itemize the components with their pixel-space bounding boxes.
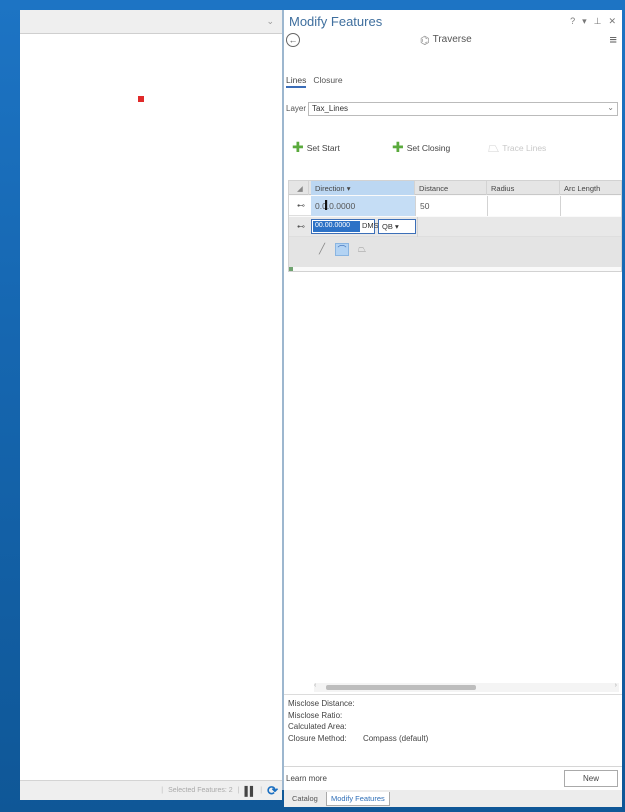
hamburger-menu-icon[interactable]: ≡: [609, 32, 617, 47]
direction-format-value: QB: [382, 222, 393, 231]
closure-method-label: Closure Method:: [288, 733, 347, 743]
traverse-tabs: Lines Closure: [286, 75, 343, 88]
segment-type-row: ╱ ⌒ ⏢: [289, 237, 621, 267]
map-status-bar: | Selected Features: 2 | ▌▌ | ⟳: [20, 780, 282, 800]
direction-unit-label: DMS: [362, 221, 379, 230]
scroll-right-icon[interactable]: ›: [615, 682, 617, 689]
tab-list-chevron-icon[interactable]: ⌄: [266, 16, 274, 27]
set-start-label: Set Start: [306, 142, 340, 153]
map-tab-strip: ⌄: [20, 10, 282, 34]
modify-features-pane: Modify Features ? ▾ ⊥ ✕ ← ⌬ Traverse ≡ L…: [284, 10, 622, 790]
tab-lines[interactable]: Lines: [286, 75, 307, 88]
scroll-left-icon[interactable]: ‹: [314, 682, 316, 689]
map-view[interactable]: ⌄ | Selected Features: 2 | ▌▌ | ⟳: [20, 10, 282, 800]
tab-modify-features[interactable]: Modify Features: [326, 792, 390, 806]
trace-lines-icon: ⏢: [488, 139, 500, 155]
status-separator: |: [237, 787, 240, 794]
select-all-corner-icon[interactable]: ◢: [295, 181, 309, 195]
set-closing-icon: ✚: [392, 139, 404, 155]
set-start-icon: ✚: [292, 139, 304, 155]
layer-row: Layer Tax_Lines ⌄: [286, 102, 618, 116]
layer-select-value: Tax_Lines: [312, 104, 349, 113]
closure-method-line: Closure Method: Compass (default): [288, 733, 618, 745]
misclose-distance-label: Misclose Distance:: [288, 699, 355, 708]
line-segment-icon: ⊷: [297, 222, 305, 231]
text-cursor-icon: I: [324, 197, 329, 214]
set-closing-label: Set Closing: [406, 142, 451, 153]
learn-more-link[interactable]: Learn more: [286, 774, 327, 783]
status-separator: |: [161, 787, 164, 794]
pane-title: Modify Features: [289, 14, 383, 29]
distance-cell[interactable]: 50: [415, 196, 487, 216]
set-start-button[interactable]: ✚ Set Start: [292, 139, 340, 156]
freeform-segment-icon[interactable]: ⏢: [355, 243, 369, 256]
radius-cell[interactable]: [487, 196, 560, 216]
traverse-toolbar: ✚ Set Start ✚ Set Closing ⏢ Trace Lines: [288, 136, 618, 158]
pane-options-icon[interactable]: ▾: [582, 16, 587, 27]
direction-input-selection: 00.00.0000: [313, 221, 360, 232]
closure-info-panel: Misclose Distance: Misclose Ratio: Calcu…: [284, 694, 622, 766]
table-row-new[interactable]: ⊷ 00.00.0000 DMS QB ▾: [289, 217, 621, 237]
layer-label: Layer: [286, 104, 307, 113]
traverse-icon: ⌬: [420, 35, 430, 47]
horizontal-scrollbar[interactable]: ‹ ›: [314, 682, 619, 692]
direction-format-dropdown[interactable]: QB ▾: [378, 219, 416, 234]
chevron-down-icon: ⌄: [607, 103, 614, 112]
back-arrow-icon: ←: [288, 34, 298, 45]
pin-icon[interactable]: ⊥: [594, 16, 602, 27]
active-tool-name: Traverse: [432, 34, 472, 45]
line-segment-icon: ⊷: [297, 201, 305, 210]
back-button[interactable]: ←: [286, 33, 300, 47]
pane-footer: Learn more New: [284, 766, 622, 790]
map-point-feature[interactable]: [138, 96, 144, 102]
scrollbar-thumb[interactable]: [326, 685, 476, 690]
selected-features-count[interactable]: Selected Features: 2: [168, 787, 233, 794]
segment-type-toolbar: ╱ ⌒ ⏢: [315, 243, 369, 256]
sort-chevron-icon: ▾: [346, 184, 351, 193]
calculated-area-label: Calculated Area:: [288, 722, 347, 731]
trace-lines-button[interactable]: ⏢ Trace Lines: [488, 139, 546, 156]
column-header-radius[interactable]: Radius: [487, 181, 560, 195]
empty-cells[interactable]: [417, 217, 621, 237]
closure-method-value[interactable]: Compass (default): [363, 734, 428, 743]
chevron-down-icon: ▾: [394, 222, 399, 231]
arc-length-cell[interactable]: [560, 196, 621, 216]
pane-window-controls: ? ▾ ⊥ ✕: [570, 16, 616, 27]
straight-segment-icon[interactable]: ╱: [315, 243, 329, 256]
dock-tab-strip: Catalog Modify Features: [284, 790, 622, 807]
tab-catalog[interactable]: Catalog: [288, 792, 322, 806]
direction-header-label: Direction: [315, 184, 345, 193]
misclose-ratio-label: Misclose Ratio:: [288, 710, 343, 720]
refresh-icon[interactable]: ⟳: [267, 783, 278, 799]
help-icon[interactable]: ?: [570, 16, 575, 27]
close-icon[interactable]: ✕: [608, 16, 616, 27]
tab-closure[interactable]: Closure: [313, 75, 342, 88]
table-row[interactable]: ⊷ 0.0.0.0000 I 50: [289, 196, 621, 216]
layer-select[interactable]: Tax_Lines ⌄: [308, 102, 618, 116]
status-separator: |: [260, 787, 263, 794]
column-header-direction[interactable]: Direction ▾: [311, 181, 415, 195]
column-header-distance[interactable]: Distance: [415, 181, 487, 195]
trace-lines-label: Trace Lines: [502, 142, 547, 153]
traverse-grid: ◢ Direction ▾ Distance Radius Arc Length…: [288, 180, 622, 272]
column-header-arc-length[interactable]: Arc Length: [560, 181, 621, 195]
pause-drawing-icon[interactable]: ▌▌: [245, 786, 257, 796]
arc-segment-icon[interactable]: ⌒: [335, 243, 349, 256]
direction-input[interactable]: 00.00.0000 DMS: [311, 219, 379, 234]
new-button[interactable]: New: [564, 770, 618, 787]
active-tool-header: ⌬ Traverse: [420, 34, 472, 47]
grid-header: ◢ Direction ▾ Distance Radius Arc Length: [289, 181, 621, 195]
set-closing-button[interactable]: ✚ Set Closing: [392, 139, 450, 156]
